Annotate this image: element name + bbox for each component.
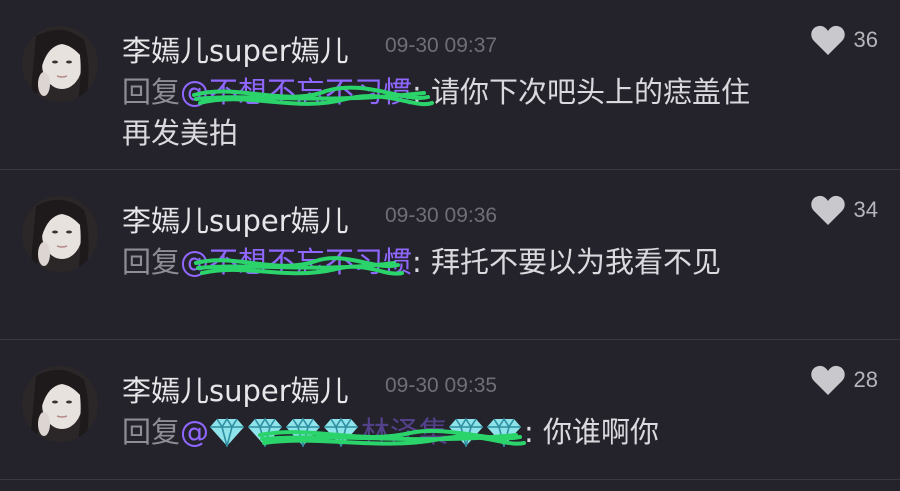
mention-text: @不想不忘不习惯: [180, 75, 413, 109]
avatar[interactable]: [22, 366, 98, 442]
heart-icon: [810, 195, 845, 225]
reply-text: 回复@不想不忘不习惯: 拜托不要以为我看不见: [122, 242, 762, 283]
reply-colon: :: [412, 245, 422, 279]
username[interactable]: 李嫣儿super嫣儿: [122, 368, 349, 410]
heart-icon: [810, 365, 845, 395]
comment-item: 李嫣儿super嫣儿 09-30 09:37 36 回复@不想不忘不习惯: 请你…: [0, 0, 900, 170]
reply-body: 拜托不要以为我看不见: [431, 245, 722, 279]
reply-colon: :: [524, 415, 534, 449]
reply-text: 回复@ 林泽集: 你谁啊你: [122, 412, 762, 453]
mention-link[interactable]: @不想不忘不习惯: [180, 75, 435, 109]
mention-link[interactable]: @不想不忘不习惯: [180, 245, 412, 279]
mention-name: 林泽集: [361, 415, 449, 449]
diamond-icon: [286, 417, 321, 447]
reply-prefix: 回复: [122, 75, 181, 109]
diamond-icon: [210, 417, 245, 447]
heart-icon: [810, 25, 845, 55]
diamond-icon: [449, 417, 484, 447]
like-count: 34: [853, 197, 878, 222]
timestamp: 09-30 09:35: [385, 374, 498, 397]
like-button[interactable]: 28: [810, 364, 878, 396]
reply-colon: :: [412, 75, 422, 109]
mention-link[interactable]: @ 林泽集: [180, 415, 527, 449]
reply-prefix: 回复: [122, 245, 181, 279]
diamond-icon: [487, 417, 522, 447]
diamond-icon: [324, 417, 359, 447]
comment-item: 李嫣儿super嫣儿 09-30 09:36 34 回复@不想不忘不习惯: 拜托…: [0, 170, 900, 340]
reply-text: 回复@不想不忘不习惯: 请你下次吧头上的痣盖住再发美拍: [122, 72, 762, 154]
avatar[interactable]: [22, 196, 98, 272]
timestamp: 09-30 09:36: [385, 204, 498, 227]
diamond-icon: [248, 417, 283, 447]
mention-text: @不想不忘不习惯: [180, 245, 413, 279]
like-count: 28: [853, 367, 878, 392]
like-button[interactable]: 34: [810, 194, 878, 226]
reply-body: 你谁啊你: [543, 415, 660, 449]
like-button[interactable]: 36: [810, 24, 878, 56]
comment-item: 李嫣儿super嫣儿 09-30 09:35 28 回复@ 林泽集: 你谁啊你: [0, 340, 900, 480]
username[interactable]: 李嫣儿super嫣儿: [122, 28, 349, 70]
reply-prefix: 回复: [122, 415, 181, 449]
avatar[interactable]: [22, 26, 98, 102]
like-count: 36: [853, 27, 878, 52]
mention-at: @: [180, 415, 210, 449]
username[interactable]: 李嫣儿super嫣儿: [122, 198, 349, 240]
comment-list: 李嫣儿super嫣儿 09-30 09:37 36 回复@不想不忘不习惯: 请你…: [0, 0, 900, 491]
timestamp: 09-30 09:37: [385, 34, 498, 57]
